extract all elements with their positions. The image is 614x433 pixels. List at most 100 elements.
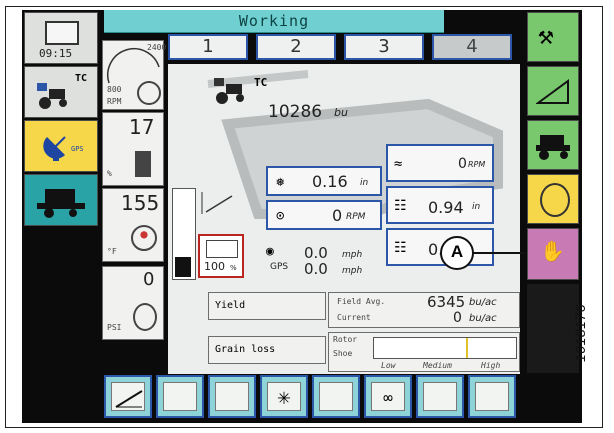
- yield-label: Yield: [215, 300, 246, 311]
- concave-value: 0.94: [428, 198, 464, 217]
- grain-tank-fill[interactable]: 100 %: [198, 234, 244, 278]
- fuel-unit: %: [107, 169, 112, 178]
- satellite-dish-icon: [43, 129, 73, 167]
- ground-speed-unit: mph: [342, 250, 363, 260]
- current-value: 0: [453, 310, 462, 326]
- rotor-speed-box[interactable]: ≈ 0 RPM: [386, 144, 494, 182]
- field-avg-unit: bu/ac: [469, 297, 497, 308]
- auger-icon: ∞: [383, 388, 393, 407]
- pressure-value: 0: [143, 269, 155, 290]
- fan-speed-value: 0: [332, 206, 343, 225]
- current-unit: bu/ac: [469, 313, 497, 324]
- reel-icon: ❅: [276, 174, 285, 190]
- gps-button[interactable]: GPS: [24, 120, 98, 172]
- fuel-gauge: 17 %: [102, 112, 164, 186]
- rpm-label: RPM: [107, 97, 122, 106]
- combine-icon: [35, 185, 89, 223]
- thermometer-icon: ●: [131, 225, 157, 251]
- gps-speed-unit: mph: [342, 266, 363, 276]
- monitor-icon: [45, 21, 79, 45]
- rotor-icon: ≈: [394, 156, 403, 172]
- rpm-min: 800: [107, 85, 122, 94]
- tractor-icon: [35, 81, 75, 109]
- tab-2[interactable]: 2: [256, 34, 336, 60]
- yield-readout: Field Avg. 6345 bu/ac Current 0 bu/ac: [328, 292, 520, 328]
- fuel-pump-icon: [135, 151, 151, 177]
- tab-1[interactable]: 1: [168, 34, 248, 60]
- yield-panel[interactable]: Yield: [208, 292, 326, 320]
- fill-percent-unit: %: [230, 264, 237, 272]
- header-height-gauge: [172, 188, 196, 280]
- temp-value: 155: [121, 191, 160, 215]
- combine-view-button[interactable]: [527, 120, 579, 170]
- fan-speed-box[interactable]: ⊙ 0 RPM: [266, 200, 382, 230]
- bottom-slot-8[interactable]: [468, 375, 516, 418]
- engine-icon: [137, 81, 161, 105]
- bottom-reel-button[interactable]: ✳: [260, 375, 308, 418]
- rpm-gauge: 2400 800 RPM: [102, 40, 167, 110]
- tab-4[interactable]: 4: [432, 34, 512, 60]
- tools-button[interactable]: ⚒: [527, 12, 579, 62]
- header-icon: [115, 390, 143, 408]
- screen-title: Working: [104, 10, 444, 33]
- reel-height-value: 0.16: [312, 172, 348, 191]
- medium-label: Medium: [423, 361, 452, 370]
- bottom-auger-button[interactable]: ∞: [364, 375, 412, 418]
- tc-button[interactable]: TC: [24, 66, 98, 118]
- pressure-unit: PSI: [107, 323, 122, 332]
- low-label: Low: [381, 361, 396, 370]
- oil-pressure-icon: [133, 303, 157, 331]
- gps-label: GPS: [71, 145, 84, 153]
- bottom-header-button[interactable]: [104, 375, 152, 418]
- tab-3[interactable]: 3: [344, 34, 424, 60]
- tractor-tc-icon: [212, 76, 252, 110]
- field-avg-value: 6345: [427, 293, 466, 311]
- asterisk-reel-icon: ✳: [277, 385, 291, 410]
- rpm-max: 2400: [147, 43, 167, 52]
- high-label: High: [481, 361, 501, 370]
- grain-loss-meter: Rotor Shoe Low Medium High: [328, 332, 520, 372]
- ground-speed-readout: ◉ 0.0 mph GPS 0.0 mph: [260, 242, 380, 282]
- monitor-screen: Working 1 2 3 4 09:15 TC GPS 2400 800 RP…: [22, 10, 582, 423]
- combine-side-icon: [534, 131, 574, 165]
- wheel-speed-icon: ◉: [266, 244, 274, 259]
- bottom-slot-7[interactable]: [416, 375, 464, 418]
- engine-gauge-icon: [540, 183, 570, 217]
- area-value: 10286: [268, 102, 323, 122]
- clock-button[interactable]: 09:15: [24, 12, 98, 64]
- header-tilt-button[interactable]: [527, 66, 579, 116]
- combine-button[interactable]: [24, 174, 98, 226]
- main-tc-label: TC: [254, 76, 268, 89]
- sieve-icon: ☷: [394, 240, 407, 256]
- gps-speed-value: 0.0: [304, 260, 328, 278]
- bottom-slot-2[interactable]: [156, 375, 204, 418]
- temp-unit: °F: [107, 247, 117, 256]
- pressure-gauge: 0 PSI: [102, 266, 164, 340]
- loss-bar: [373, 337, 517, 359]
- hammer-wrench-icon: ⚒: [538, 21, 554, 51]
- reel-height-box[interactable]: ❅ 0.16 in: [266, 166, 382, 196]
- temperature-gauge: 155 °F ●: [102, 188, 164, 262]
- grain-loss-label: Grain loss: [215, 344, 276, 355]
- concave-icon: ☷: [394, 198, 407, 214]
- reel-height-unit: in: [360, 178, 369, 188]
- grain-loss-panel[interactable]: Grain loss: [208, 336, 326, 364]
- figure-id: 1018176: [572, 303, 588, 362]
- bottom-slot-3[interactable]: [208, 375, 256, 418]
- callout-a: A: [440, 236, 474, 270]
- rotor-speed-unit: RPM: [468, 160, 486, 169]
- fan-speed-unit: RPM: [346, 212, 366, 222]
- area-unit: bu: [334, 106, 348, 119]
- header-position-icon: [196, 188, 240, 218]
- shoe-label: Shoe: [333, 349, 353, 358]
- tc-label: TC: [75, 73, 88, 84]
- engine-button[interactable]: [527, 174, 579, 224]
- hand-button[interactable]: ✋: [527, 228, 579, 280]
- bottom-slot-5[interactable]: [312, 375, 360, 418]
- hand-icon: ✋: [540, 239, 565, 263]
- field-avg-label: Field Avg.: [337, 297, 386, 306]
- concave-box[interactable]: ☷ 0.94 in: [386, 186, 494, 224]
- callout-leader-line: [473, 252, 526, 254]
- rotor-speed-value: 0: [458, 156, 467, 172]
- grain-tank-icon: [206, 240, 238, 258]
